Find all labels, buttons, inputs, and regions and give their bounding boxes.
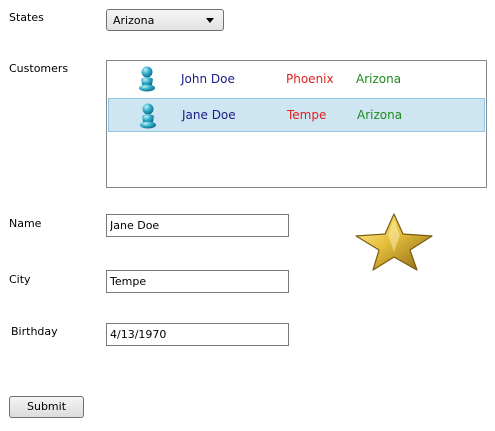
states-selected-value: Arizona: [113, 14, 155, 27]
customers-listbox[interactable]: John Doe Phoenix Arizona Jane Doe Tempe …: [106, 60, 487, 188]
list-item[interactable]: Jane Doe Tempe Arizona: [108, 98, 485, 132]
customer-state: Arizona: [356, 72, 402, 86]
states-combobox[interactable]: Arizona: [106, 9, 224, 31]
person-icon: [140, 103, 156, 129]
list-item[interactable]: John Doe Phoenix Arizona: [108, 62, 485, 96]
city-label: City: [9, 273, 31, 286]
customer-name: John Doe: [181, 72, 235, 86]
birthday-label: Birthday: [11, 325, 58, 338]
customer-name: Jane Doe: [182, 108, 236, 122]
star-icon: [355, 213, 433, 271]
customers-label: Customers: [9, 62, 69, 75]
states-label: States: [9, 11, 44, 24]
city-field[interactable]: [106, 270, 289, 293]
submit-button[interactable]: Submit: [9, 396, 84, 418]
customer-state: Arizona: [357, 108, 403, 122]
name-field[interactable]: [106, 214, 289, 237]
chevron-down-icon[interactable]: [206, 18, 214, 23]
customer-city: Phoenix: [286, 72, 334, 86]
name-label: Name: [9, 217, 42, 230]
person-icon: [139, 66, 155, 92]
birthday-field[interactable]: [106, 323, 289, 346]
customer-city: Tempe: [287, 108, 327, 122]
